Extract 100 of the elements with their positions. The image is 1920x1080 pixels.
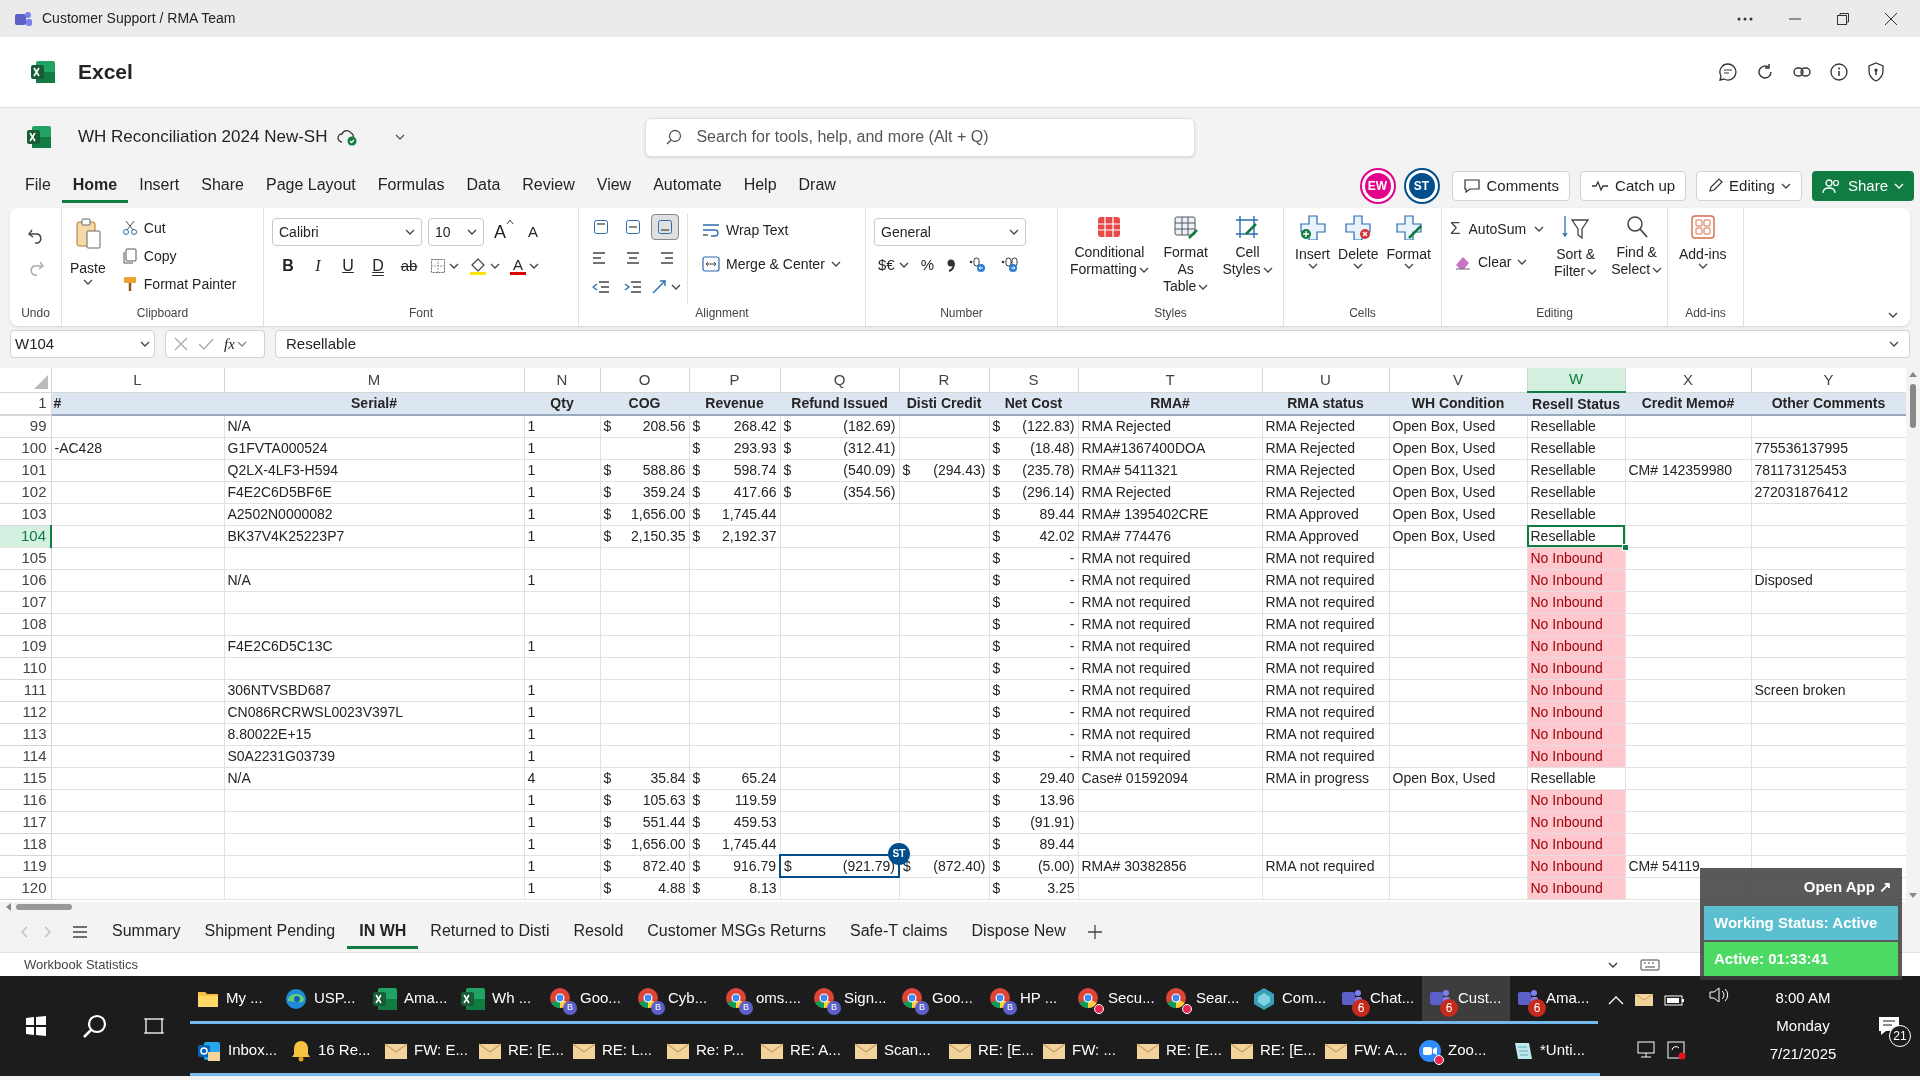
- insert-cells-button[interactable]: Insert: [1292, 214, 1333, 269]
- search-icon[interactable]: [82, 1013, 108, 1039]
- add-ins-button[interactable]: Add-ins: [1676, 214, 1730, 304]
- name-box[interactable]: W104: [10, 330, 155, 358]
- comment-icon[interactable]: [1718, 62, 1738, 82]
- taskbar-button[interactable]: B oms....: [718, 976, 806, 1024]
- taskbar-button[interactable]: RE: [E...: [472, 1028, 566, 1076]
- taskbar-button[interactable]: B Sign...: [806, 976, 894, 1024]
- restore-icon[interactable]: [1836, 11, 1850, 26]
- ribbon-tab[interactable]: Page Layout: [254, 169, 367, 203]
- format-cells-button[interactable]: Format: [1383, 214, 1434, 269]
- ribbon-tab[interactable]: Home: [61, 169, 129, 203]
- italic-button[interactable]: I: [308, 254, 328, 278]
- status-text[interactable]: Workbook Statistics: [24, 954, 138, 975]
- taskbar-button[interactable]: RE: A...: [754, 1028, 848, 1076]
- column-header[interactable]: O: [600, 368, 689, 392]
- insert-function-button[interactable]: fx: [224, 332, 247, 356]
- row-number[interactable]: 116: [0, 789, 51, 811]
- refresh-icon[interactable]: [1755, 62, 1775, 82]
- sort-filter-button[interactable]: Sort & Filter: [1550, 214, 1602, 280]
- sheet-tab[interactable]: Customer MSGs Returns: [635, 915, 839, 949]
- ribbon-tab[interactable]: View: [585, 169, 643, 203]
- volume-icon[interactable]: [1708, 986, 1730, 1004]
- column-header[interactable]: W: [1527, 368, 1625, 392]
- row-number[interactable]: 1: [0, 392, 51, 415]
- column-header[interactable]: M: [224, 368, 524, 392]
- row-number[interactable]: 120: [0, 877, 51, 899]
- column-header[interactable]: X: [1625, 368, 1751, 392]
- taskbar-button[interactable]: B Cyb...: [630, 976, 718, 1024]
- strikethrough-button[interactable]: ab: [398, 254, 420, 278]
- row-number[interactable]: 115: [0, 767, 51, 789]
- taskbar-button[interactable]: Scan...: [848, 1028, 942, 1076]
- chevron-up-icon[interactable]: [1608, 994, 1624, 1005]
- taskbar-button[interactable]: B HP ...: [982, 976, 1070, 1024]
- double-underline-button[interactable]: D: [368, 254, 388, 278]
- percent-button[interactable]: %: [920, 254, 935, 277]
- wrap-text-button[interactable]: Wrap Text: [698, 216, 845, 244]
- column-header[interactable]: Q: [780, 368, 899, 392]
- taskbar-button[interactable]: *Unti...: [1506, 1028, 1600, 1076]
- collapse-ribbon-button[interactable]: [1888, 312, 1898, 318]
- sheet-tab[interactable]: Dispose New: [959, 915, 1078, 949]
- column-header[interactable]: U: [1262, 368, 1389, 392]
- info-icon[interactable]: [1829, 62, 1849, 82]
- ribbon-tab[interactable]: Review: [511, 169, 586, 203]
- shield-icon[interactable]: [1866, 62, 1886, 82]
- currency-format-button[interactable]: $€: [878, 254, 909, 277]
- autosum-button[interactable]: Σ AutoSum: [1450, 216, 1545, 242]
- sync-status-icon[interactable]: [1666, 1039, 1686, 1060]
- copy-button[interactable]: Copy: [117, 242, 241, 270]
- row-number[interactable]: 113: [0, 723, 51, 745]
- taskbar-button[interactable]: 6 Cust...: [1422, 976, 1510, 1024]
- vertical-scrollbar-thumb[interactable]: [1910, 384, 1916, 428]
- decrease-font-size-button[interactable]: A: [524, 220, 543, 244]
- close-icon[interactable]: [1884, 11, 1898, 26]
- column-header[interactable]: R: [899, 368, 989, 392]
- row-number[interactable]: 109: [0, 635, 51, 657]
- sheet-tab[interactable]: Summary: [100, 915, 193, 949]
- taskbar-button[interactable]: Ama...: [366, 976, 454, 1024]
- row-number[interactable]: 108: [0, 613, 51, 635]
- ribbon-tab[interactable]: Help: [732, 169, 788, 203]
- delete-cells-button[interactable]: Delete: [1335, 214, 1382, 269]
- row-number[interactable]: 102: [0, 481, 51, 503]
- taskbar-button[interactable]: RE: [E...: [1130, 1028, 1224, 1076]
- clock-button[interactable]: 8:00 AM Monday 7/21/2025: [1748, 976, 1858, 1076]
- column-header[interactable]: V: [1389, 368, 1527, 392]
- share-button[interactable]: Share: [1811, 171, 1914, 201]
- format-as-table-button[interactable]: Format As Table: [1158, 214, 1213, 295]
- row-number[interactable]: 107: [0, 591, 51, 613]
- row-number[interactable]: 106: [0, 569, 51, 591]
- conditional-formatting-button[interactable]: Conditional Formatting: [1066, 214, 1153, 278]
- taskbar-button[interactable]: 16 Re...: [284, 1028, 378, 1076]
- cut-button[interactable]: Cut: [117, 214, 241, 242]
- check-icon[interactable]: [198, 337, 214, 351]
- status-options-button[interactable]: [1608, 961, 1618, 968]
- start-icon[interactable]: [25, 1015, 48, 1037]
- taskbar-button[interactable]: B Goo...: [894, 976, 982, 1024]
- keyboard-icon[interactable]: [1640, 958, 1660, 971]
- taskbar-button[interactable]: Inbox...: [190, 1028, 284, 1076]
- sheet-tab[interactable]: Returned to Disti: [418, 915, 562, 949]
- envelope-icon[interactable]: [1634, 992, 1654, 1007]
- row-number[interactable]: 103: [0, 503, 51, 525]
- more-options-icon[interactable]: [1736, 15, 1754, 22]
- row-number[interactable]: 112: [0, 701, 51, 723]
- column-header[interactable]: L: [51, 368, 224, 392]
- taskbar-button[interactable]: Sear...: [1158, 976, 1246, 1024]
- ribbon-tab[interactable]: Data: [455, 169, 512, 203]
- sheet-tab[interactable]: IN WH: [347, 915, 419, 949]
- clear-button[interactable]: Clear: [1450, 248, 1545, 276]
- taskbar-button[interactable]: Re: P...: [660, 1028, 754, 1076]
- row-number[interactable]: 101: [0, 459, 51, 481]
- row-number[interactable]: 104: [0, 525, 51, 547]
- vertical-align-button[interactable]: [651, 214, 679, 240]
- row-number[interactable]: 105: [0, 547, 51, 569]
- underline-button[interactable]: U: [338, 254, 358, 278]
- cell-styles-button[interactable]: Cell Styles: [1218, 214, 1277, 278]
- taskbar-button[interactable]: FW: A...: [1318, 1028, 1412, 1076]
- formula-input[interactable]: Resellable: [275, 330, 1910, 358]
- taskbar-button[interactable]: RE: [E...: [1224, 1028, 1318, 1076]
- row-number[interactable]: 111: [0, 679, 51, 701]
- editing-mode-button[interactable]: Editing: [1696, 171, 1802, 201]
